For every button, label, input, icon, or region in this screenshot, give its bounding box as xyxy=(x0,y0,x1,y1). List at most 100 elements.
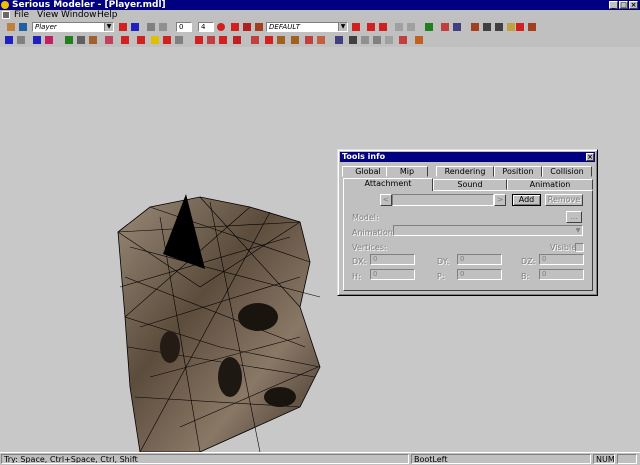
remove-attachment-button[interactable]: Remove xyxy=(545,194,583,206)
tab-collision[interactable]: Collision xyxy=(542,166,592,177)
dx-field[interactable]: 0 xyxy=(370,254,415,265)
browse-model-button[interactable]: ... xyxy=(566,211,582,223)
dy-field[interactable]: 0 xyxy=(457,254,502,265)
model-combo[interactable]: Player ▼ xyxy=(32,22,114,32)
tool-icon-q[interactable] xyxy=(76,35,86,45)
tool-icon-b[interactable] xyxy=(130,22,140,32)
skin-icon[interactable] xyxy=(254,22,264,32)
tool-icon-ac[interactable] xyxy=(250,35,260,45)
tool-icon-f[interactable] xyxy=(452,22,462,32)
tab-sound[interactable]: Sound xyxy=(433,179,507,190)
menu-view[interactable]: View xyxy=(37,10,58,21)
tab-rendering[interactable]: Rendering xyxy=(436,166,494,177)
animation-combo[interactable]: ▼ xyxy=(393,225,583,236)
tool-icon-t[interactable] xyxy=(120,35,130,45)
menu-help[interactable]: Help xyxy=(97,10,118,21)
status-animation: BootLeft xyxy=(411,454,591,464)
status-num: NUM xyxy=(593,454,615,464)
tool-icon-al[interactable] xyxy=(372,35,382,45)
tool-icon-ai[interactable] xyxy=(334,35,344,45)
prev-frame-icon[interactable] xyxy=(378,22,388,32)
next-frame-icon[interactable] xyxy=(406,22,416,32)
tool-icon-am[interactable] xyxy=(384,35,394,45)
frame-field[interactable]: 0 xyxy=(176,22,192,32)
tool-icon-s[interactable] xyxy=(104,35,114,45)
tool-icon-n[interactable] xyxy=(32,35,42,45)
chevron-down-icon[interactable]: ▼ xyxy=(574,226,582,235)
tool-icon-c[interactable] xyxy=(146,22,156,32)
tool-icon-d[interactable] xyxy=(158,22,168,32)
p-field[interactable]: 0 xyxy=(457,269,502,280)
light-icon[interactable] xyxy=(515,22,525,32)
tool-icon-m[interactable] xyxy=(16,35,26,45)
tool-icon-e[interactable] xyxy=(440,22,450,32)
app-icon xyxy=(1,1,9,9)
tool-icon-l[interactable] xyxy=(4,35,14,45)
dx-label: DX: xyxy=(352,257,367,266)
menu-window[interactable]: Window xyxy=(61,10,97,21)
dialog-title: Tools info xyxy=(342,152,386,161)
play-skin-icon[interactable] xyxy=(242,22,252,32)
chevron-down-icon[interactable]: ▼ xyxy=(104,23,113,31)
frame-count-field[interactable]: 4 xyxy=(198,22,214,32)
tab-position[interactable]: Position xyxy=(494,166,542,177)
tool-icon-v[interactable] xyxy=(150,35,160,45)
tool-icon-u[interactable] xyxy=(136,35,146,45)
chevron-down-icon[interactable]: ▼ xyxy=(338,23,347,31)
tab-animation[interactable]: Animation xyxy=(507,179,593,190)
dialog-close-button[interactable]: × xyxy=(586,153,594,161)
tool-icon-ao[interactable] xyxy=(414,35,424,45)
first-frame-icon[interactable] xyxy=(366,22,376,32)
cavity xyxy=(264,387,296,407)
pin-icon[interactable] xyxy=(424,22,434,32)
tool-icon-a[interactable] xyxy=(118,22,128,32)
record-icon[interactable] xyxy=(216,22,226,32)
h-field[interactable]: 0 xyxy=(370,269,415,280)
tool-icon-p[interactable] xyxy=(64,35,74,45)
add-attachment-button[interactable]: Add xyxy=(512,194,541,206)
minimize-button[interactable]: _ xyxy=(609,1,618,9)
b-field[interactable]: 0 xyxy=(539,269,584,280)
next-attachment-button[interactable]: > xyxy=(494,194,506,206)
tool-icon-r[interactable] xyxy=(88,35,98,45)
dz-field[interactable]: 0 xyxy=(539,254,584,265)
tool-icon-aa[interactable] xyxy=(218,35,228,45)
tool-icon-k[interactable] xyxy=(527,22,537,32)
tool-icon-z[interactable] xyxy=(206,35,216,45)
vertices-label: Vertices: xyxy=(352,243,387,252)
tools-info-titlebar[interactable]: Tools info × xyxy=(340,152,595,162)
maximize-button[interactable]: □ xyxy=(619,1,628,9)
tool-icon-ak[interactable] xyxy=(360,35,370,45)
close-button[interactable]: × xyxy=(629,1,638,9)
visible-checkbox[interactable] xyxy=(575,243,584,252)
tool-icon-aj[interactable] xyxy=(348,35,358,45)
model-combo-value: Player xyxy=(35,23,57,31)
play-icon[interactable] xyxy=(230,22,240,32)
tool-icon-i[interactable] xyxy=(494,22,504,32)
document-icon[interactable] xyxy=(2,11,10,19)
tool-icon-an[interactable] xyxy=(398,35,408,45)
menu-file[interactable]: File xyxy=(14,10,29,21)
tool-icon-ad[interactable] xyxy=(264,35,274,45)
stop-icon[interactable] xyxy=(394,22,404,32)
tool-icon-w[interactable] xyxy=(162,35,172,45)
tool-icon-o[interactable] xyxy=(44,35,54,45)
tool-icon-y[interactable] xyxy=(194,35,204,45)
tool-icon-af[interactable] xyxy=(290,35,300,45)
tool-icon-ag[interactable] xyxy=(304,35,314,45)
tool-icon-h[interactable] xyxy=(482,22,492,32)
prev-attachment-button[interactable]: < xyxy=(380,194,392,206)
tool-icon-g[interactable] xyxy=(470,22,480,32)
status-bar: Try: Space, Ctrl+Space, Ctrl, Shift Boot… xyxy=(0,452,640,465)
skin-props-icon[interactable] xyxy=(351,22,361,32)
tab-mip[interactable]: Mip xyxy=(386,166,428,177)
attachment-selector[interactable] xyxy=(392,194,494,206)
tool-icon-x[interactable] xyxy=(174,35,184,45)
tool-icon-ah[interactable] xyxy=(316,35,326,45)
tab-attachment[interactable]: Attachment xyxy=(343,178,433,191)
open-icon[interactable] xyxy=(6,22,16,32)
save-icon[interactable] xyxy=(18,22,28,32)
tool-icon-ab[interactable] xyxy=(232,35,242,45)
skin-combo[interactable]: DEFAULT ▼ xyxy=(266,22,348,32)
tool-icon-ae[interactable] xyxy=(276,35,286,45)
